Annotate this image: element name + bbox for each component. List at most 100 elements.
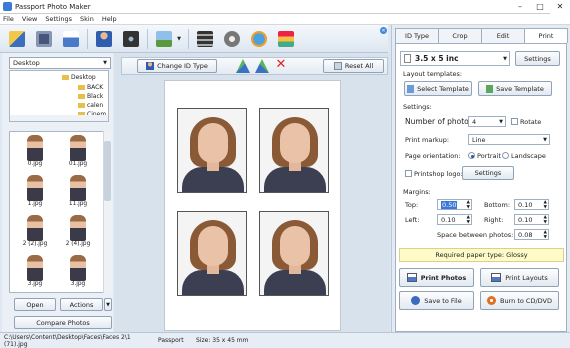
save-template-button[interactable]: Save Template bbox=[478, 81, 552, 96]
print-photos-button[interactable]: Print Photos bbox=[399, 268, 474, 287]
change-id-type-label: Change ID Type bbox=[157, 62, 208, 70]
tab-id-type[interactable]: ID Type bbox=[395, 28, 439, 43]
print-markup-select[interactable]: Line ▼ bbox=[468, 134, 550, 145]
save-to-file-label: Save to File bbox=[424, 296, 462, 305]
thumbnail-item[interactable]: 2 (4).jpg bbox=[58, 215, 98, 252]
tree-item[interactable]: BACK bbox=[78, 84, 103, 91]
title-bar: Passport Photo Maker – □ ✕ bbox=[0, 0, 570, 14]
thumbnail-item[interactable]: 1.jpg bbox=[15, 175, 55, 212]
photo-face bbox=[198, 123, 228, 163]
tree-item-label: Desktop bbox=[71, 74, 96, 81]
printshop-logo-checkbox[interactable] bbox=[405, 170, 412, 177]
menu-settings[interactable]: Settings bbox=[45, 15, 72, 23]
right-margin-label: Right: bbox=[484, 216, 504, 224]
select-template-button[interactable]: Select Template bbox=[404, 81, 472, 96]
menu-bar: File View Settings Skin Help bbox=[0, 14, 570, 25]
globe-button[interactable] bbox=[248, 28, 270, 50]
thumbnail-item[interactable]: 0.jpg bbox=[15, 135, 55, 172]
folder-tree: Desktop BACK Black calen Cinem bbox=[9, 70, 109, 122]
reset-all-button[interactable]: Reset All bbox=[323, 59, 384, 73]
bottom-margin-value: 0.10 bbox=[518, 200, 533, 209]
menu-help[interactable]: Help bbox=[102, 15, 117, 23]
person-button[interactable] bbox=[93, 28, 115, 50]
print-photos-label: Print Photos bbox=[420, 273, 467, 282]
tab-print[interactable]: Print bbox=[524, 28, 568, 43]
folder-icon bbox=[78, 94, 85, 99]
toolbar-close-icon[interactable]: ✕ bbox=[380, 27, 387, 34]
left-margin-input[interactable]: 0.10 ▲ ▼ bbox=[437, 214, 472, 225]
spinner-arrows-icon: ▲ ▼ bbox=[543, 214, 547, 225]
open-photo-button[interactable]: Open bbox=[14, 298, 56, 311]
top-margin-value: 0.50 bbox=[441, 200, 458, 209]
film-button[interactable] bbox=[194, 28, 216, 50]
thumbnail-item[interactable]: 01.jpg bbox=[58, 135, 98, 172]
disk-icon bbox=[411, 296, 421, 305]
thumbnail-item[interactable]: 11.jpg bbox=[58, 175, 98, 212]
number-of-photos-label: Number of photos: bbox=[405, 117, 476, 126]
folder-select[interactable]: Desktop ▼ bbox=[9, 57, 111, 69]
compare-photos-button[interactable]: Compare Photos bbox=[14, 316, 112, 329]
spinner-arrows-icon: ▲ ▼ bbox=[543, 229, 547, 240]
print-button[interactable] bbox=[60, 28, 82, 50]
printshop-settings-button[interactable]: Settings bbox=[462, 166, 514, 180]
print-layouts-button[interactable]: Print Layouts bbox=[480, 268, 559, 287]
thumbnail-item[interactable]: 2 (2).jpg bbox=[15, 215, 55, 252]
tree-item[interactable]: Black bbox=[78, 93, 103, 100]
settings-section-label: Settings: bbox=[403, 103, 432, 111]
tree-scrollbar[interactable] bbox=[10, 115, 108, 121]
save-to-file-button[interactable]: Save to File bbox=[399, 291, 474, 310]
save-button[interactable] bbox=[33, 28, 55, 50]
tab-edit[interactable]: Edit bbox=[481, 28, 525, 43]
passport-photo[interactable] bbox=[259, 211, 329, 296]
number-of-photos-select[interactable]: 4 ▼ bbox=[468, 116, 506, 127]
thumbnail-item[interactable]: 3.jpg bbox=[15, 255, 55, 292]
thumbnail-label: 1.jpg bbox=[27, 201, 43, 207]
left-margin-label: Left: bbox=[405, 216, 420, 224]
passport-photo[interactable] bbox=[177, 211, 247, 296]
gears-button[interactable] bbox=[221, 28, 243, 50]
menu-skin[interactable]: Skin bbox=[80, 15, 94, 23]
menu-view[interactable]: View bbox=[22, 15, 37, 23]
image-button[interactable] bbox=[153, 28, 175, 50]
tree-item-label: BACK bbox=[87, 84, 104, 91]
boxes-button[interactable] bbox=[275, 28, 297, 50]
thumbnail-image bbox=[70, 135, 86, 161]
tree-item[interactable]: Desktop bbox=[62, 74, 96, 81]
change-id-type-button[interactable]: Change ID Type bbox=[137, 59, 217, 73]
left-margin-value: 0.10 bbox=[441, 215, 456, 224]
maximize-button[interactable]: □ bbox=[530, 0, 550, 14]
spinner-arrows-icon: ▲ ▼ bbox=[466, 214, 470, 225]
passport-photo[interactable] bbox=[259, 108, 329, 193]
tab-crop[interactable]: Crop bbox=[438, 28, 482, 43]
portrait-radio[interactable] bbox=[468, 152, 475, 159]
passport-photo[interactable] bbox=[177, 108, 247, 193]
menu-file[interactable]: File bbox=[3, 15, 14, 23]
thumbnail-scroll-thumb[interactable] bbox=[104, 141, 111, 201]
bottom-margin-input[interactable]: 0.10 ▲ ▼ bbox=[514, 199, 549, 210]
image-dropdown-button[interactable]: ▼ bbox=[175, 28, 183, 50]
paper-size-select[interactable]: 3.5 x 5 inc ▼ bbox=[400, 51, 510, 66]
burn-cd-button[interactable]: Burn to CD/DVD bbox=[480, 291, 559, 310]
right-margin-input[interactable]: 0.10 ▲ ▼ bbox=[514, 214, 549, 225]
tree-item[interactable]: calen bbox=[78, 102, 103, 109]
open-button[interactable] bbox=[6, 28, 28, 50]
chevron-down-icon: ▼ bbox=[503, 55, 507, 62]
paper-settings-button[interactable]: Settings bbox=[515, 51, 560, 66]
delete-icon[interactable]: ✕ bbox=[274, 58, 288, 72]
thumbnail-item[interactable]: 3.jpg bbox=[58, 255, 98, 292]
actions-button[interactable]: Actions bbox=[60, 298, 103, 311]
landscape-radio[interactable] bbox=[502, 152, 509, 159]
photo-face bbox=[280, 226, 310, 266]
space-between-input[interactable]: 0.08 ▲ ▼ bbox=[514, 229, 549, 240]
app-icon bbox=[3, 2, 12, 11]
actions-dropdown-button[interactable]: ▼ bbox=[104, 298, 112, 311]
close-button[interactable]: ✕ bbox=[550, 0, 570, 14]
page-orientation-label: Page orientation: bbox=[405, 152, 461, 160]
camera-button[interactable] bbox=[120, 28, 142, 50]
minimize-button[interactable]: – bbox=[510, 0, 530, 14]
tree-item-label: calen bbox=[87, 102, 104, 109]
rotate-checkbox[interactable] bbox=[511, 118, 518, 125]
print-layouts-label: Print Layouts bbox=[505, 273, 548, 282]
top-margin-input[interactable]: 0.50 ▲ ▼ bbox=[437, 199, 472, 210]
person-icon bbox=[96, 30, 112, 47]
